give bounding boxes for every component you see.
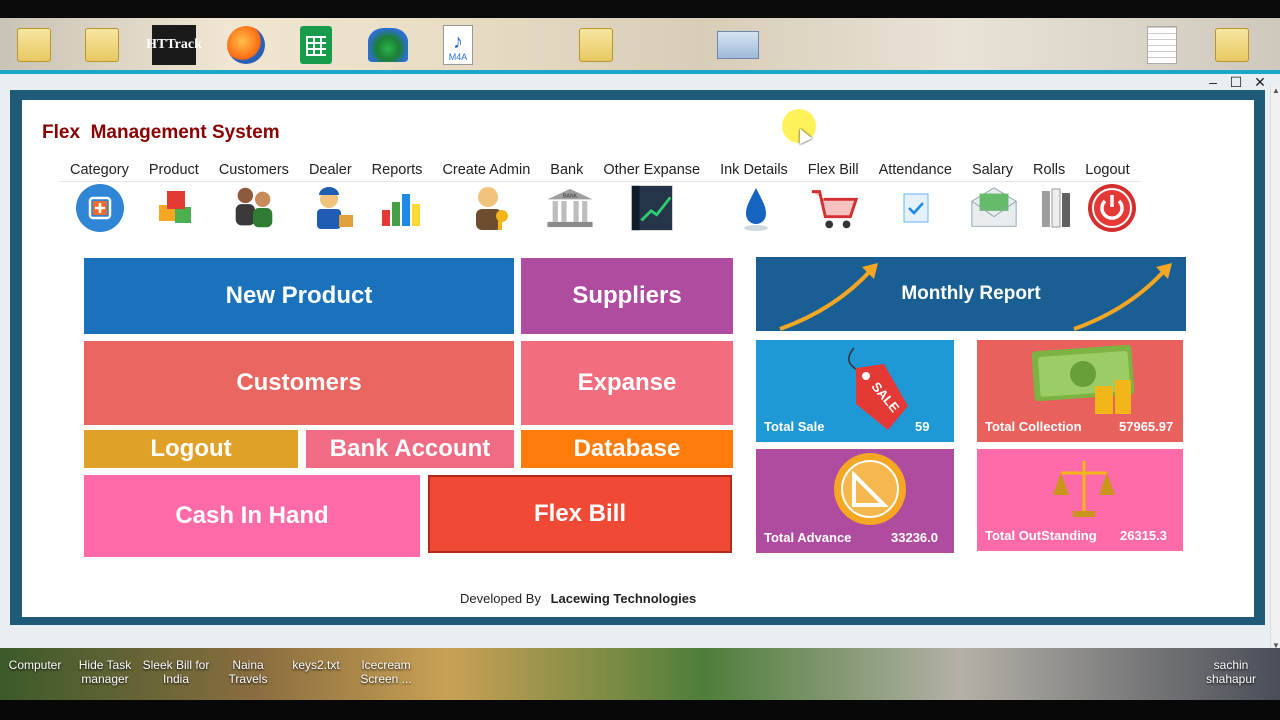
menu-item-other-expanse[interactable]: Other Expanse	[593, 158, 710, 181]
flex-bill-icon[interactable]	[808, 182, 860, 234]
growth-arrow-icon	[779, 263, 878, 331]
menu-item-category[interactable]: Category	[60, 158, 139, 181]
minimize-button[interactable]: –	[1202, 74, 1224, 90]
idm-icon[interactable]	[366, 22, 410, 68]
m4a-file-icon[interactable]: ♪ M4A	[436, 22, 480, 68]
app-title: Flex Management System	[42, 122, 280, 143]
rolls-icon[interactable]	[1032, 182, 1084, 234]
total-sale-value: 59	[915, 419, 930, 434]
monthly-report-tile[interactable]: Monthly Report	[756, 257, 1186, 331]
window-top-border	[0, 70, 1280, 74]
httrack-label: HTTrack	[146, 25, 202, 65]
total-advance-value: 33236.0	[891, 530, 938, 545]
folder-icon[interactable]	[80, 22, 124, 68]
sale-tag-icon: SALE	[848, 347, 908, 430]
menu-item-product[interactable]: Product	[139, 158, 209, 181]
menu-bar: Category Product Customers Dealer Report…	[60, 158, 1140, 182]
bank-icon-label: BANK	[563, 194, 578, 200]
cash-in-hand-tile[interactable]: Cash In Hand	[84, 475, 420, 557]
flex-bill-tile[interactable]: Flex Bill	[428, 475, 732, 553]
menu-item-create-admin[interactable]: Create Admin	[432, 158, 540, 181]
desktop-item-icecream[interactable]: Icecream Screen ...	[356, 658, 416, 686]
total-collection-card[interactable]: Total Collection 57965.97	[977, 340, 1183, 442]
total-advance-card[interactable]: Total Advance 33236.0	[756, 449, 954, 553]
user-name: sachin shahapur	[1205, 658, 1257, 686]
desktop-bottom-area: Computer Hide Task manager Sleek Bill fo…	[0, 648, 1280, 720]
sheets-icon[interactable]	[294, 22, 338, 68]
bank-account-tile[interactable]: Bank Account	[306, 430, 514, 468]
footer: Developed By Lacewing Technologies	[460, 591, 696, 606]
firefox-icon[interactable]	[224, 22, 268, 68]
vertical-scrollbar[interactable]: ▲ ▼	[1270, 84, 1280, 652]
customers-tile[interactable]: Customers	[84, 341, 514, 425]
logout-tile[interactable]: Logout	[84, 430, 298, 468]
desktop-item-naina-travels[interactable]: Naina Travels	[212, 658, 284, 686]
desktop-item-keys2[interactable]: keys2.txt	[286, 658, 346, 672]
screen-top-bar	[0, 0, 1280, 18]
document-icon[interactable]	[1140, 22, 1184, 68]
scroll-up-icon[interactable]: ▲	[1272, 86, 1280, 95]
growth-arrow-icon	[1073, 263, 1172, 331]
ink-details-icon[interactable]	[730, 182, 782, 234]
screen-bottom-bar	[0, 700, 1280, 720]
menu-item-rolls[interactable]: Rolls	[1023, 158, 1075, 181]
total-outstanding-label: Total OutStanding	[985, 528, 1097, 543]
menu-item-attendance[interactable]: Attendance	[869, 158, 962, 181]
other-expanse-icon[interactable]	[626, 182, 678, 234]
desktop-item-computer[interactable]: Computer	[4, 658, 66, 672]
expanse-tile[interactable]: Expanse	[521, 341, 733, 425]
scales-icon	[1053, 461, 1115, 517]
database-tile[interactable]: Database	[521, 430, 733, 468]
footer-prefix: Developed By	[460, 591, 541, 606]
total-sale-label: Total Sale	[764, 419, 825, 434]
total-collection-value: 57965.97	[1119, 419, 1174, 434]
total-collection-label: Total Collection	[985, 419, 1082, 434]
menu-item-ink-details[interactable]: Ink Details	[710, 158, 798, 181]
folder-icon[interactable]	[1210, 22, 1254, 68]
toolbar-icons: BANK	[22, 182, 1254, 238]
salary-icon[interactable]	[968, 182, 1020, 234]
category-icon[interactable]	[74, 182, 126, 234]
advance-icon	[834, 453, 906, 525]
folder-icon[interactable]	[12, 22, 56, 68]
footer-company: Lacewing Technologies	[550, 591, 697, 606]
desktop-top-area: HTTrack ♪ M4A	[0, 0, 1280, 72]
desktop-item-sleek-bill[interactable]: Sleek Bill for India	[140, 658, 212, 686]
total-outstanding-card[interactable]: Total OutStanding 26315.3	[977, 449, 1183, 551]
total-advance-label: Total Advance	[764, 530, 852, 545]
httrack-icon[interactable]: HTTrack	[146, 22, 202, 68]
bank-icon[interactable]: BANK	[544, 182, 596, 234]
menu-item-logout[interactable]: Logout	[1075, 158, 1139, 181]
attendance-icon[interactable]	[890, 182, 942, 234]
new-product-tile[interactable]: New Product	[84, 258, 514, 334]
customers-icon[interactable]	[228, 182, 280, 234]
app-panel: Flex Management System Category Product …	[22, 100, 1254, 617]
total-sale-card[interactable]: SALE Total Sale 59	[756, 340, 954, 442]
maximize-button[interactable]: ☐	[1225, 74, 1247, 91]
suppliers-tile[interactable]: Suppliers	[521, 258, 733, 334]
menu-item-bank[interactable]: Bank	[540, 158, 593, 181]
menu-item-reports[interactable]: Reports	[362, 158, 433, 181]
product-icon[interactable]	[150, 182, 202, 234]
app-window: – ☐ ✕ ▲ ▼ Flex Management System Categor…	[0, 70, 1280, 652]
reports-icon[interactable]	[374, 182, 426, 234]
monthly-report-label: Monthly Report	[901, 283, 1041, 304]
menu-item-salary[interactable]: Salary	[962, 158, 1023, 181]
menu-item-flex-bill[interactable]: Flex Bill	[798, 158, 869, 181]
money-icon	[1031, 344, 1135, 414]
desktop-item-hide-task-manager[interactable]: Hide Task manager	[74, 658, 136, 686]
screenshot-icon[interactable]	[716, 22, 760, 68]
menu-item-customers[interactable]: Customers	[209, 158, 299, 181]
app-panel-border: Flex Management System Category Product …	[10, 90, 1265, 625]
logout-icon[interactable]	[1086, 182, 1138, 234]
total-outstanding-value: 26315.3	[1120, 528, 1167, 543]
folder-icon[interactable]	[574, 22, 618, 68]
create-admin-icon[interactable]	[464, 182, 516, 234]
dealer-icon[interactable]	[306, 182, 358, 234]
menu-item-dealer[interactable]: Dealer	[299, 158, 362, 181]
close-button[interactable]: ✕	[1249, 74, 1271, 91]
m4a-label: M4A	[448, 52, 468, 62]
